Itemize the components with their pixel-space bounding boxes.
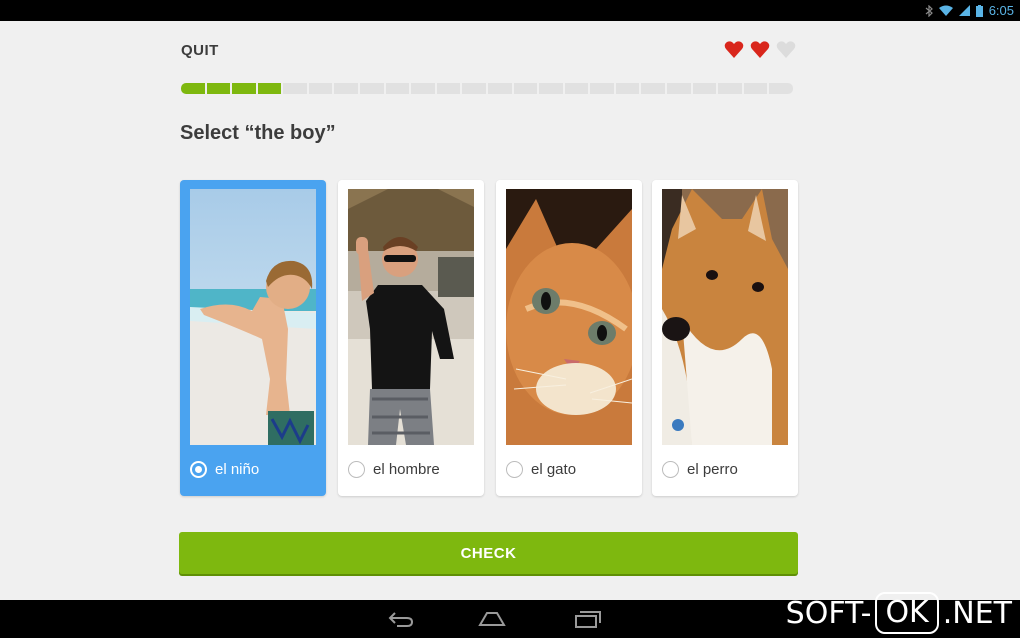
- lesson-progress-bar: [181, 83, 793, 94]
- progress-segment: [308, 83, 333, 94]
- progress-segment: [487, 83, 512, 94]
- heart-full-icon: [750, 40, 770, 60]
- option-el-gato[interactable]: el gato: [506, 461, 576, 478]
- dog-photo: [662, 189, 788, 445]
- battery-icon: [975, 4, 983, 17]
- progress-segment: [436, 83, 461, 94]
- progress-segment: [513, 83, 538, 94]
- progress-segment: [769, 83, 793, 94]
- radio-icon[interactable]: [348, 461, 365, 478]
- option-label: el perro: [687, 461, 738, 478]
- progress-segment: [181, 83, 205, 94]
- progress-segment: [232, 83, 256, 94]
- progress-segment: [692, 83, 717, 94]
- progress-segment: [206, 83, 231, 94]
- option-el-nino[interactable]: el niño: [190, 461, 259, 478]
- status-bar: 6:05: [0, 0, 1020, 21]
- option-label: el hombre: [373, 461, 440, 478]
- watermark-box: OK: [875, 592, 939, 634]
- progress-segment: [360, 83, 384, 94]
- progress-segment: [411, 83, 435, 94]
- wifi-icon: [938, 5, 953, 16]
- progress-segment: [590, 83, 614, 94]
- progress-segment: [666, 83, 691, 94]
- watermark: SOFT- OK .NET: [786, 590, 1012, 636]
- heart-empty-icon: [776, 40, 796, 60]
- progress-segment: [283, 83, 307, 94]
- man-photo: [348, 189, 474, 445]
- option-label: el niño: [215, 461, 260, 478]
- heart-full-icon: [724, 40, 744, 60]
- home-icon[interactable]: [477, 609, 507, 629]
- check-button[interactable]: CHECK: [179, 532, 798, 574]
- radio-icon[interactable]: [506, 461, 523, 478]
- option-card-el-gato[interactable]: el gato: [496, 180, 642, 496]
- quit-button[interactable]: QUIT: [181, 42, 219, 59]
- hearts-lives: [724, 40, 796, 60]
- progress-segment: [257, 83, 282, 94]
- option-el-hombre[interactable]: el hombre: [348, 461, 440, 478]
- progress-segment: [385, 83, 410, 94]
- status-time: 6:05: [988, 3, 1014, 18]
- option-card-el-hombre[interactable]: el hombre: [338, 180, 484, 496]
- progress-segment: [564, 83, 589, 94]
- option-label: el gato: [531, 461, 577, 478]
- progress-segment: [743, 83, 768, 94]
- radio-selected-icon[interactable]: [190, 461, 207, 478]
- progress-segment: [718, 83, 742, 94]
- watermark-left: SOFT-: [785, 595, 872, 631]
- option-card-el-perro[interactable]: el perro: [652, 180, 798, 496]
- progress-segment: [539, 83, 563, 94]
- radio-icon[interactable]: [662, 461, 679, 478]
- progress-segment: [462, 83, 486, 94]
- signal-icon: [958, 5, 970, 16]
- question-prompt: Select “the boy”: [180, 122, 336, 144]
- progress-segment: [334, 83, 359, 94]
- status-icons: 6:05: [925, 2, 1014, 19]
- progress-segment: [641, 83, 665, 94]
- progress-segment: [615, 83, 640, 94]
- boy-photo: [190, 189, 316, 445]
- bluetooth-icon: [925, 4, 933, 17]
- recent-apps-icon[interactable]: [573, 609, 603, 629]
- option-el-perro[interactable]: el perro: [662, 461, 738, 478]
- back-icon[interactable]: [385, 609, 415, 629]
- cat-photo: [506, 189, 632, 445]
- watermark-right: .NET: [942, 595, 1012, 631]
- option-card-el-nino[interactable]: el niño: [180, 180, 326, 496]
